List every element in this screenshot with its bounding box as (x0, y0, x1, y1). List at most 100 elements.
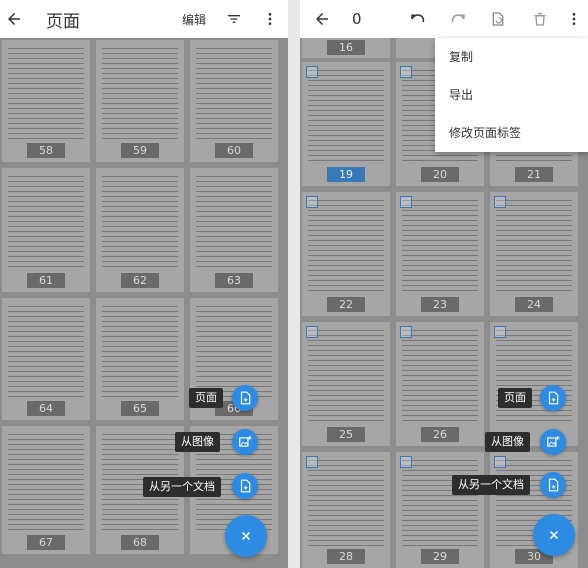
fab-label-pages[interactable]: 页面 (498, 388, 532, 408)
edit-button[interactable]: 编辑 (182, 11, 206, 28)
page-checkbox[interactable] (494, 196, 506, 208)
page-number: 62 (121, 273, 159, 288)
undo-icon (411, 14, 425, 23)
page-checkbox[interactable] (400, 196, 412, 208)
overflow-menu: 复制 导出 修改页面标签 (435, 38, 588, 152)
add-page-icon (548, 391, 559, 405)
page-checkbox[interactable] (306, 326, 318, 338)
page-number: 59 (121, 143, 159, 158)
left-screen: 页面 编辑 58 59 60 61 62 63 64 65 66 67 68 页… (0, 0, 288, 568)
page-thumbnail[interactable]: 28 (302, 452, 390, 568)
page-thumbnail[interactable]: 22 (302, 192, 390, 316)
page-number: 67 (27, 535, 65, 550)
close-icon (549, 530, 559, 540)
page-thumbnail[interactable]: 29 (396, 452, 484, 568)
page-checkbox[interactable] (400, 326, 412, 338)
fab-label-from-image[interactable]: 从图像 (485, 432, 530, 452)
add-page-button[interactable] (232, 385, 258, 411)
page-thumbnail[interactable]: 16 (302, 38, 390, 58)
fab-label-from-image[interactable]: 从图像 (175, 432, 220, 452)
page-thumbnail[interactable]: 65 (96, 298, 184, 420)
more-options-button[interactable] (256, 5, 284, 33)
page-number: 22 (327, 297, 365, 312)
add-image-icon (239, 436, 252, 447)
page-thumbnail[interactable]: 59 (96, 40, 184, 162)
page-number: 65 (121, 401, 159, 416)
rotate-page-button[interactable] (484, 5, 512, 33)
page-number: 24 (515, 297, 553, 312)
fab-label-pages[interactable]: 页面 (189, 388, 223, 408)
page-thumbnail[interactable]: 62 (96, 168, 184, 292)
more-vert-icon (572, 13, 576, 25)
arrow-back-icon (8, 13, 20, 25)
page-number: 16 (327, 40, 365, 55)
close-icon (241, 531, 251, 541)
page-thumbnail[interactable]: 25 (302, 322, 390, 446)
page-number: 20 (421, 167, 459, 182)
page-thumbnail[interactable]: 24 (490, 192, 578, 316)
selection-app-bar: 0 (300, 0, 588, 38)
page-checkbox[interactable] (400, 66, 412, 78)
page-thumbnail[interactable]: 23 (396, 192, 484, 316)
page-rotate-icon (492, 12, 504, 26)
page-number: 60 (215, 143, 253, 158)
more-options-button[interactable] (560, 5, 588, 33)
redo-button[interactable] (444, 5, 472, 33)
close-fab-button[interactable] (533, 514, 575, 556)
menu-item-export[interactable]: 导出 (435, 76, 588, 114)
page-thumbnail[interactable]: 67 (2, 426, 90, 554)
page-thumbnail[interactable]: 60 (190, 40, 278, 162)
page-thumbnail[interactable]: 61 (2, 168, 90, 292)
undo-button[interactable] (404, 5, 432, 33)
page-thumbnail[interactable]: 19 (302, 62, 390, 186)
delete-icon (534, 13, 546, 26)
page-checkbox[interactable] (400, 456, 412, 468)
page-thumbnail[interactable]: 63 (190, 168, 278, 292)
page-checkbox[interactable] (306, 456, 318, 468)
add-from-document-button[interactable] (232, 473, 258, 499)
page-number: 21 (515, 167, 553, 182)
fab-label-from-document[interactable]: 从另一个文档 (452, 475, 530, 495)
page-number: 29 (421, 549, 459, 564)
close-fab-button[interactable] (225, 515, 267, 557)
filter-icon (228, 15, 240, 23)
back-button[interactable] (0, 5, 28, 33)
add-from-document-button[interactable] (540, 472, 566, 498)
more-vert-icon (268, 13, 272, 25)
screen-divider (288, 0, 300, 568)
page-checkbox[interactable] (306, 196, 318, 208)
page-title: 页面 (46, 11, 80, 32)
page-thumbnail[interactable] (490, 322, 578, 446)
add-page-button[interactable] (540, 385, 566, 411)
page-checkbox[interactable] (494, 456, 506, 468)
add-from-image-button[interactable] (540, 429, 566, 455)
page-thumbnail[interactable]: 64 (2, 298, 90, 420)
fab-label-from-document[interactable]: 从另一个文档 (143, 477, 221, 497)
page-number: 61 (27, 273, 65, 288)
add-page-icon (240, 479, 251, 493)
page-number: 58 (27, 143, 65, 158)
page-number: 23 (421, 297, 459, 312)
page-number-selected: 19 (327, 167, 365, 182)
selected-count: 0 (352, 10, 362, 28)
delete-button[interactable] (526, 5, 554, 33)
menu-item-copy[interactable]: 复制 (435, 38, 588, 76)
top-app-bar: 页面 编辑 (0, 0, 288, 38)
filter-button[interactable] (220, 5, 248, 33)
page-checkbox[interactable] (494, 326, 506, 338)
page-thumbnail[interactable]: 58 (2, 40, 90, 162)
page-number: 63 (215, 273, 253, 288)
page-number: 28 (327, 549, 365, 564)
add-page-icon (240, 391, 251, 405)
back-button[interactable] (308, 5, 336, 33)
arrow-back-icon (316, 13, 328, 25)
add-page-icon (548, 478, 559, 492)
page-number: 25 (327, 427, 365, 442)
menu-item-modify-page-labels[interactable]: 修改页面标签 (435, 114, 588, 152)
page-checkbox[interactable] (306, 66, 318, 78)
add-from-image-button[interactable] (232, 429, 258, 455)
page-number: 26 (421, 427, 459, 442)
page-number: 68 (121, 535, 159, 550)
page-thumbnail[interactable]: 26 (396, 322, 484, 446)
add-image-icon (547, 436, 560, 447)
